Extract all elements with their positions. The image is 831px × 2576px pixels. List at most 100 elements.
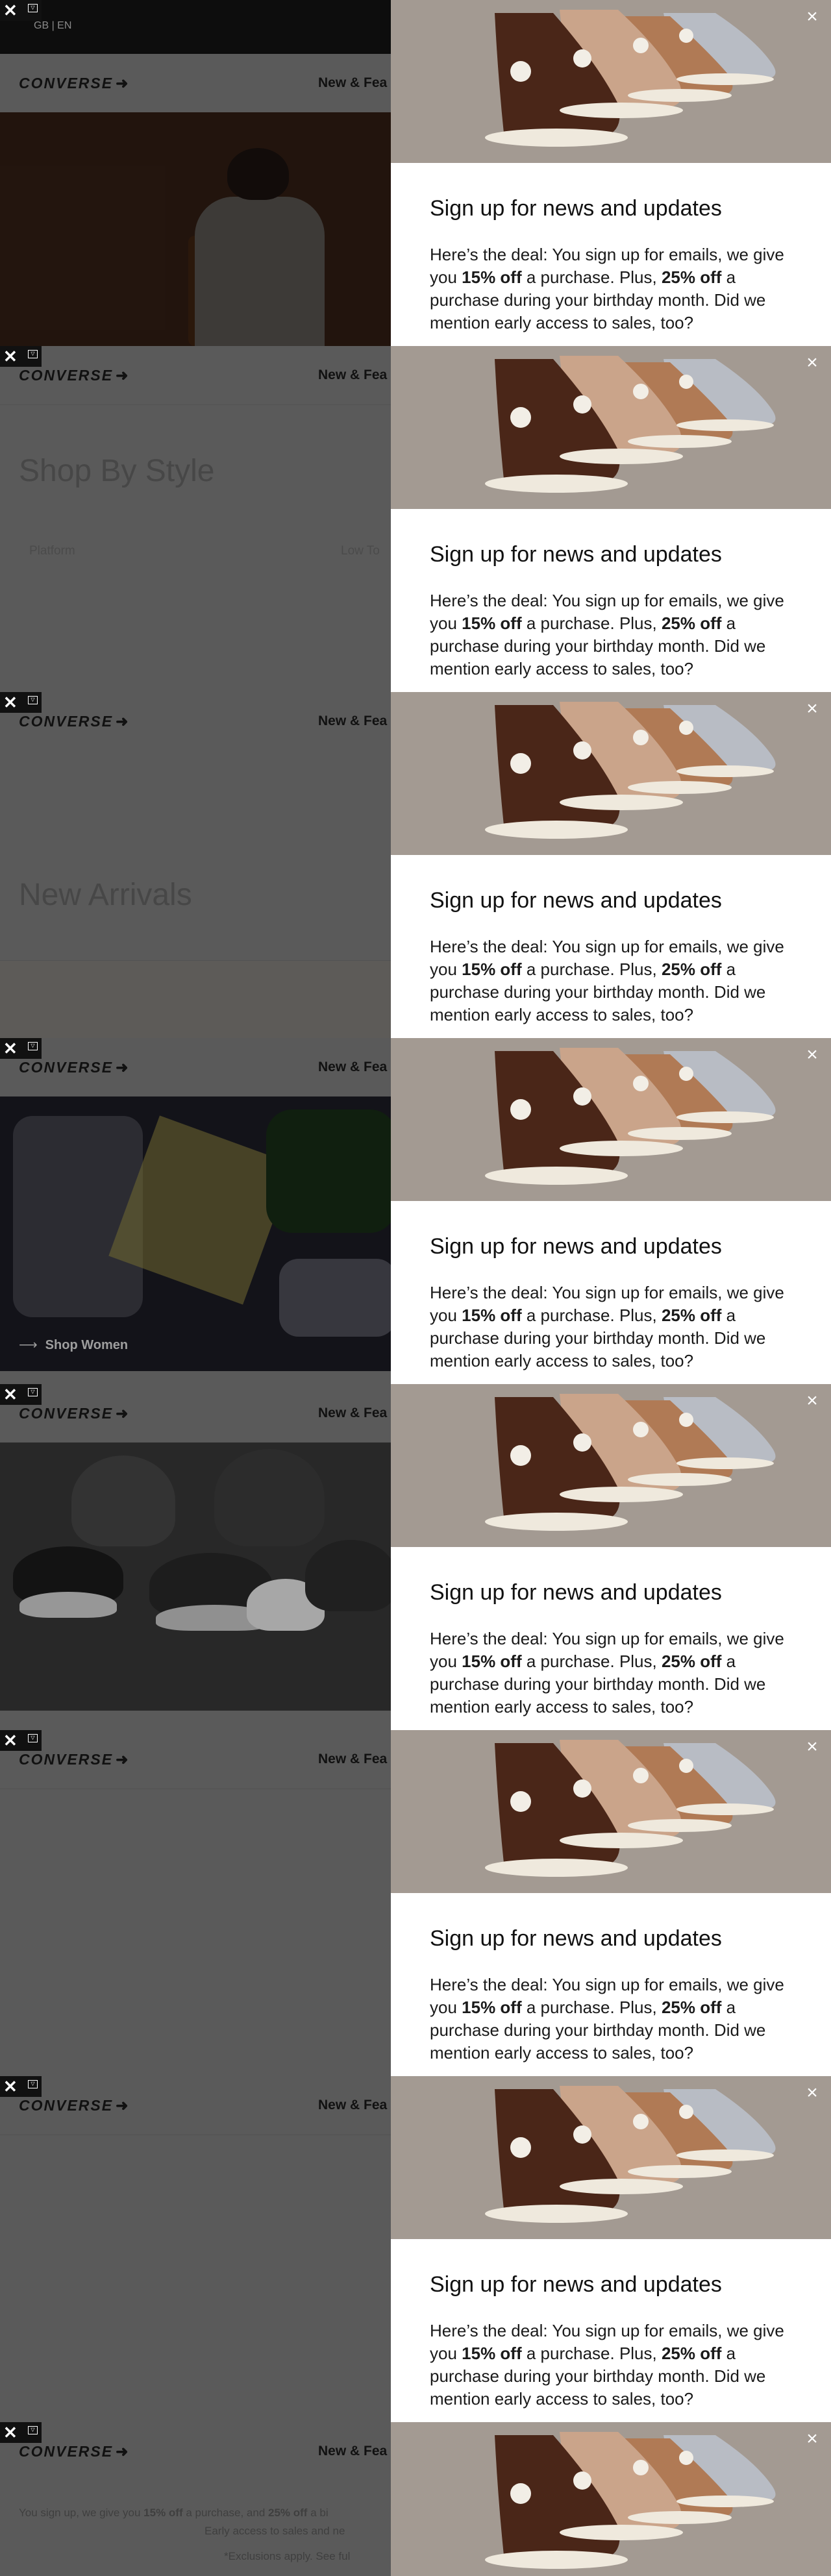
- ad-choices-icon[interactable]: ▽: [28, 696, 38, 704]
- converse-logo[interactable]: CONVERSE ➜: [19, 367, 129, 384]
- close-modal-button[interactable]: ×: [801, 353, 823, 375]
- converse-chuck-70-sneakers-image: ×: [391, 1038, 831, 1201]
- signup-modal: × Sign up for news and updates Here’s th…: [391, 1038, 831, 1384]
- page-background: CONVERSE ➜ New & Fea ⟶ Shop Women: [0, 1038, 391, 1384]
- close-icon[interactable]: ✕: [3, 1386, 18, 1403]
- product-carousel-preview[interactable]: [0, 961, 391, 1038]
- close-modal-button[interactable]: ×: [801, 1737, 823, 1759]
- shop-women-image[interactable]: ⟶ Shop Women: [0, 1096, 391, 1371]
- nav-new-featured[interactable]: New & Fea: [318, 1752, 387, 1767]
- signup-modal: × Sign up for news and updates Here’s th…: [391, 346, 831, 692]
- signup-modal: × Sign up for news and updates Here’s th…: [391, 0, 831, 346]
- signup-modal: × Sign up for news and updates Here’s th…: [391, 1730, 831, 2076]
- screenshot-slice-8: CONVERSE ➜ New & Fea You sign up, we give…: [0, 2422, 831, 2576]
- nav-new-featured[interactable]: New & Fea: [318, 367, 387, 383]
- ad-choices-icon[interactable]: ▽: [28, 2426, 38, 2434]
- site-header: CONVERSE ➜ New & Fea: [0, 2422, 391, 2481]
- sneakers-illustration: [485, 1048, 776, 1185]
- site-header: CONVERSE ➜ New & Fea: [0, 1384, 391, 1443]
- community-sneakers-image[interactable]: [0, 1443, 391, 1711]
- site-header: CONVERSE ➜ New & Fea: [0, 1730, 391, 1789]
- signup-modal: ×: [391, 2422, 831, 2576]
- ad-choices-icon[interactable]: ▽: [28, 1734, 38, 1742]
- ad-choices-icon[interactable]: ▽: [28, 4, 38, 12]
- nav-new-featured[interactable]: New & Fea: [318, 1406, 387, 1421]
- arrow-right-icon: ⟶: [19, 1338, 38, 1352]
- converse-logo[interactable]: CONVERSE ➜: [19, 1751, 129, 1768]
- nav-new-featured[interactable]: New & Fea: [318, 2444, 387, 2459]
- nav-new-featured[interactable]: New & Fea: [318, 75, 387, 91]
- converse-logo[interactable]: CONVERSE ➜: [19, 1405, 129, 1422]
- footer-exclusions[interactable]: *Exclusions apply. See ful: [224, 2550, 350, 2563]
- page-background: GB | EN CONVERSE ➜ New & Fea: [0, 0, 391, 346]
- tracker-badge[interactable]: ✕ ▽: [0, 2422, 42, 2443]
- close-icon[interactable]: ✕: [3, 1732, 18, 1749]
- locale-selector[interactable]: GB | EN: [34, 20, 71, 32]
- modal-title: Sign up for news and updates: [430, 2272, 722, 2297]
- close-icon[interactable]: ✕: [3, 2, 18, 19]
- close-icon[interactable]: ✕: [3, 1040, 18, 1057]
- close-modal-button[interactable]: ×: [801, 7, 823, 29]
- converse-logo[interactable]: CONVERSE ➜: [19, 75, 129, 92]
- close-modal-button[interactable]: ×: [801, 2083, 823, 2105]
- modal-title: Sign up for news and updates: [430, 542, 722, 567]
- page-background: CONVERSE ➜ New & Fea Shop By Style Platfo…: [0, 346, 391, 692]
- modal-body: Here’s the deal: You sign up for emails,…: [430, 245, 784, 332]
- site-header: CONVERSE ➜ New & Fea: [0, 1038, 391, 1096]
- page-background: CONVERSE ➜ New & Fea You sign up, we give…: [0, 2422, 391, 2576]
- close-icon[interactable]: ✕: [3, 2424, 18, 2441]
- sneakers-illustration: [485, 2086, 776, 2223]
- converse-logo[interactable]: CONVERSE ➜: [19, 2443, 129, 2460]
- tracker-badge[interactable]: ✕ ▽: [0, 0, 42, 21]
- close-icon[interactable]: ✕: [3, 348, 18, 365]
- converse-chuck-70-sneakers-image: ×: [391, 0, 831, 163]
- shop-women-link[interactable]: ⟶ Shop Women: [19, 1337, 128, 1353]
- style-tab-low-top[interactable]: Low To: [341, 544, 380, 558]
- screenshot-slice-4: CONVERSE ➜ New & Fea ⟶ Shop Women ✕ ▽ × …: [0, 1038, 831, 1384]
- ad-choices-icon[interactable]: ▽: [28, 350, 38, 358]
- sneakers-illustration: [485, 356, 776, 493]
- converse-logo[interactable]: CONVERSE ➜: [19, 1059, 129, 1076]
- ad-choices-icon[interactable]: ▽: [28, 2080, 38, 2088]
- converse-logo[interactable]: CONVERSE ➜: [19, 713, 129, 730]
- tracker-badge[interactable]: ✕ ▽: [0, 1038, 42, 1059]
- close-icon[interactable]: ✕: [3, 2078, 18, 2095]
- new-arrivals-title: New Arrivals: [19, 878, 192, 912]
- close-icon[interactable]: ✕: [3, 694, 18, 711]
- close-modal-button[interactable]: ×: [801, 699, 823, 721]
- ad-choices-icon[interactable]: ▽: [28, 1388, 38, 1396]
- tracker-badge[interactable]: ✕ ▽: [0, 2076, 42, 2097]
- converse-logo[interactable]: CONVERSE ➜: [19, 2097, 129, 2114]
- modal-body: Here’s the deal: You sign up for emails,…: [430, 937, 784, 1024]
- signup-modal: × Sign up for news and updates Here’s th…: [391, 692, 831, 1038]
- close-modal-button[interactable]: ×: [801, 2429, 823, 2451]
- nav-new-featured[interactable]: New & Fea: [318, 2098, 387, 2113]
- modal-title: Sign up for news and updates: [430, 1580, 722, 1605]
- modal-body: Here’s the deal: You sign up for emails,…: [430, 1629, 784, 1716]
- converse-chuck-70-sneakers-image: ×: [391, 692, 831, 855]
- footer-early-access: Early access to sales and ne: [205, 2525, 345, 2537]
- nav-new-featured[interactable]: New & Fea: [318, 713, 387, 729]
- tracker-badge[interactable]: ✕ ▽: [0, 1730, 42, 1751]
- modal-body: Here’s the deal: You sign up for emails,…: [430, 2321, 784, 2409]
- tracker-badge[interactable]: ✕ ▽: [0, 346, 42, 367]
- site-header: CONVERSE ➜ New & Fea: [0, 2076, 391, 2135]
- sneakers-illustration: [485, 1394, 776, 1531]
- converse-chuck-70-sneakers-image: ×: [391, 2422, 831, 2576]
- hero-image[interactable]: [0, 112, 391, 346]
- sneakers-illustration: [485, 10, 776, 147]
- tracker-badge[interactable]: ✕ ▽: [0, 1384, 42, 1405]
- screenshot-slice-1: GB | EN CONVERSE ➜ New & Fea ✕ ▽ × Sign …: [0, 0, 831, 346]
- screenshot-slice-5: CONVERSE ➜ New & Fea ✕ ▽ × Sign up for n…: [0, 1384, 831, 1730]
- ad-choices-icon[interactable]: ▽: [28, 1042, 38, 1050]
- close-modal-button[interactable]: ×: [801, 1045, 823, 1067]
- sneakers-illustration: [485, 1740, 776, 1877]
- tracker-badge[interactable]: ✕ ▽: [0, 692, 42, 713]
- site-header: CONVERSE ➜ New & Fea: [0, 346, 391, 404]
- shop-by-style-title: Shop By Style: [19, 454, 215, 488]
- modal-body: Here’s the deal: You sign up for emails,…: [430, 1975, 784, 2062]
- converse-chuck-70-sneakers-image: ×: [391, 2076, 831, 2239]
- nav-new-featured[interactable]: New & Fea: [318, 1059, 387, 1075]
- close-modal-button[interactable]: ×: [801, 1391, 823, 1413]
- style-tab-platform[interactable]: Platform: [29, 544, 75, 558]
